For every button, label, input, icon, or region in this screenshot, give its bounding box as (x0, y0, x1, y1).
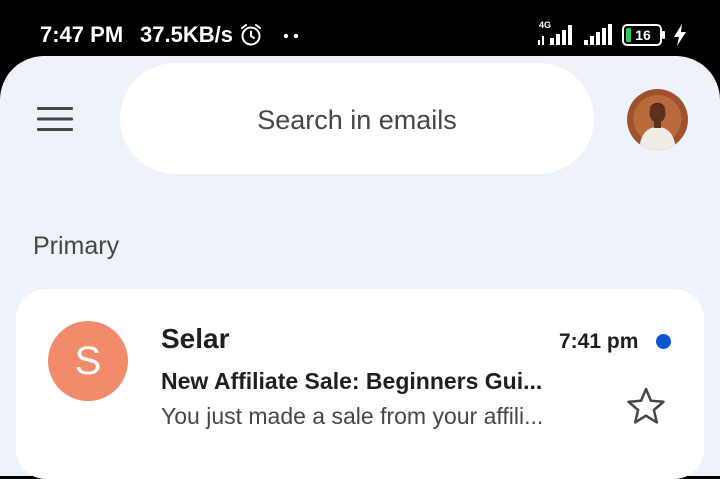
email-time: 7:41 pm (559, 330, 639, 353)
email-snippet: You just made a sale from your affili... (161, 403, 544, 429)
profile-photo-icon (627, 89, 688, 150)
search-placeholder: Search in emails (257, 105, 457, 135)
email-subject: New Affiliate Sale: Beginners Gui... (161, 368, 543, 394)
signal-icon (584, 24, 612, 45)
menu-icon (37, 107, 73, 131)
email-list-item[interactable]: S Selar 7:41 pm New Affiliate Sale: Begi… (16, 289, 704, 479)
sender-avatar: S (48, 321, 128, 401)
notification-dots-icon (283, 33, 299, 39)
network-speed: 37.5KB/s (140, 22, 233, 47)
section-label: Primary (33, 232, 120, 260)
avatar[interactable] (627, 89, 688, 150)
star-icon[interactable] (624, 385, 668, 429)
battery-level: 16 (635, 27, 651, 43)
status-bar: 7:47 PM 37.5KB/s 4G 16 (0, 0, 720, 60)
menu-button[interactable] (26, 94, 84, 144)
email-sender: Selar (161, 323, 230, 354)
search-bar[interactable]: Search in emails (120, 63, 594, 174)
alarm-icon (241, 24, 261, 46)
status-time: 7:47 PM (40, 22, 124, 47)
signal-icon (538, 25, 572, 45)
unread-indicator (656, 334, 671, 349)
charging-icon (674, 24, 686, 46)
gmail-inbox: Search in emails Primary S Selar 7:41 pm… (0, 56, 720, 479)
